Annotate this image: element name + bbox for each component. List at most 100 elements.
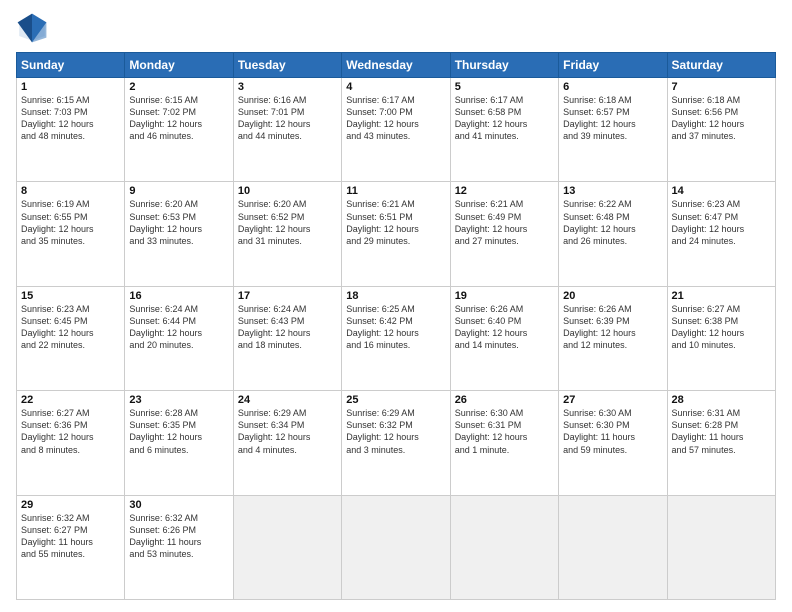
- cell-text: Sunrise: 6:26 AM Sunset: 6:40 PM Dayligh…: [455, 303, 554, 352]
- day-number: 12: [455, 185, 554, 197]
- calendar-cell: 15Sunrise: 6:23 AM Sunset: 6:45 PM Dayli…: [17, 286, 125, 390]
- cell-text: Sunrise: 6:30 AM Sunset: 6:30 PM Dayligh…: [563, 407, 662, 456]
- calendar-week-row: 22Sunrise: 6:27 AM Sunset: 6:36 PM Dayli…: [17, 391, 776, 495]
- calendar-cell: 2Sunrise: 6:15 AM Sunset: 7:02 PM Daylig…: [125, 78, 233, 182]
- day-number: 20: [563, 290, 662, 302]
- calendar-cell: 14Sunrise: 6:23 AM Sunset: 6:47 PM Dayli…: [667, 182, 775, 286]
- calendar-cell: 9Sunrise: 6:20 AM Sunset: 6:53 PM Daylig…: [125, 182, 233, 286]
- calendar-week-row: 15Sunrise: 6:23 AM Sunset: 6:45 PM Dayli…: [17, 286, 776, 390]
- day-number: 4: [346, 81, 445, 93]
- day-number: 13: [563, 185, 662, 197]
- logo-icon: [16, 12, 48, 44]
- calendar-cell: [450, 495, 558, 599]
- day-header-monday: Monday: [125, 53, 233, 78]
- day-number: 10: [238, 185, 337, 197]
- cell-text: Sunrise: 6:23 AM Sunset: 6:45 PM Dayligh…: [21, 303, 120, 352]
- day-number: 3: [238, 81, 337, 93]
- cell-text: Sunrise: 6:18 AM Sunset: 6:57 PM Dayligh…: [563, 94, 662, 143]
- page: SundayMondayTuesdayWednesdayThursdayFrid…: [0, 0, 792, 612]
- calendar-cell: 30Sunrise: 6:32 AM Sunset: 6:26 PM Dayli…: [125, 495, 233, 599]
- cell-text: Sunrise: 6:17 AM Sunset: 7:00 PM Dayligh…: [346, 94, 445, 143]
- calendar-cell: [233, 495, 341, 599]
- calendar-cell: 6Sunrise: 6:18 AM Sunset: 6:57 PM Daylig…: [559, 78, 667, 182]
- cell-text: Sunrise: 6:27 AM Sunset: 6:36 PM Dayligh…: [21, 407, 120, 456]
- calendar-cell: 22Sunrise: 6:27 AM Sunset: 6:36 PM Dayli…: [17, 391, 125, 495]
- calendar-cell: [342, 495, 450, 599]
- calendar-cell: 21Sunrise: 6:27 AM Sunset: 6:38 PM Dayli…: [667, 286, 775, 390]
- calendar-cell: 1Sunrise: 6:15 AM Sunset: 7:03 PM Daylig…: [17, 78, 125, 182]
- calendar-table: SundayMondayTuesdayWednesdayThursdayFrid…: [16, 52, 776, 600]
- calendar-week-row: 29Sunrise: 6:32 AM Sunset: 6:27 PM Dayli…: [17, 495, 776, 599]
- day-number: 14: [672, 185, 771, 197]
- calendar-cell: 18Sunrise: 6:25 AM Sunset: 6:42 PM Dayli…: [342, 286, 450, 390]
- cell-text: Sunrise: 6:23 AM Sunset: 6:47 PM Dayligh…: [672, 198, 771, 247]
- cell-text: Sunrise: 6:24 AM Sunset: 6:44 PM Dayligh…: [129, 303, 228, 352]
- calendar-cell: 25Sunrise: 6:29 AM Sunset: 6:32 PM Dayli…: [342, 391, 450, 495]
- cell-text: Sunrise: 6:27 AM Sunset: 6:38 PM Dayligh…: [672, 303, 771, 352]
- cell-text: Sunrise: 6:20 AM Sunset: 6:53 PM Dayligh…: [129, 198, 228, 247]
- day-number: 11: [346, 185, 445, 197]
- cell-text: Sunrise: 6:32 AM Sunset: 6:26 PM Dayligh…: [129, 512, 228, 561]
- cell-text: Sunrise: 6:17 AM Sunset: 6:58 PM Dayligh…: [455, 94, 554, 143]
- calendar-cell: 11Sunrise: 6:21 AM Sunset: 6:51 PM Dayli…: [342, 182, 450, 286]
- cell-text: Sunrise: 6:15 AM Sunset: 7:03 PM Dayligh…: [21, 94, 120, 143]
- day-number: 26: [455, 394, 554, 406]
- day-number: 24: [238, 394, 337, 406]
- day-number: 27: [563, 394, 662, 406]
- calendar-week-row: 8Sunrise: 6:19 AM Sunset: 6:55 PM Daylig…: [17, 182, 776, 286]
- cell-text: Sunrise: 6:25 AM Sunset: 6:42 PM Dayligh…: [346, 303, 445, 352]
- day-number: 1: [21, 81, 120, 93]
- cell-text: Sunrise: 6:15 AM Sunset: 7:02 PM Dayligh…: [129, 94, 228, 143]
- day-number: 30: [129, 499, 228, 511]
- cell-text: Sunrise: 6:29 AM Sunset: 6:34 PM Dayligh…: [238, 407, 337, 456]
- calendar-cell: 12Sunrise: 6:21 AM Sunset: 6:49 PM Dayli…: [450, 182, 558, 286]
- day-number: 25: [346, 394, 445, 406]
- calendar-cell: 8Sunrise: 6:19 AM Sunset: 6:55 PM Daylig…: [17, 182, 125, 286]
- day-header-tuesday: Tuesday: [233, 53, 341, 78]
- header: [16, 12, 776, 44]
- calendar-header-row: SundayMondayTuesdayWednesdayThursdayFrid…: [17, 53, 776, 78]
- day-number: 19: [455, 290, 554, 302]
- cell-text: Sunrise: 6:29 AM Sunset: 6:32 PM Dayligh…: [346, 407, 445, 456]
- calendar-cell: 7Sunrise: 6:18 AM Sunset: 6:56 PM Daylig…: [667, 78, 775, 182]
- day-header-friday: Friday: [559, 53, 667, 78]
- cell-text: Sunrise: 6:32 AM Sunset: 6:27 PM Dayligh…: [21, 512, 120, 561]
- day-header-wednesday: Wednesday: [342, 53, 450, 78]
- day-header-sunday: Sunday: [17, 53, 125, 78]
- calendar-cell: 24Sunrise: 6:29 AM Sunset: 6:34 PM Dayli…: [233, 391, 341, 495]
- calendar-cell: 5Sunrise: 6:17 AM Sunset: 6:58 PM Daylig…: [450, 78, 558, 182]
- day-number: 5: [455, 81, 554, 93]
- cell-text: Sunrise: 6:22 AM Sunset: 6:48 PM Dayligh…: [563, 198, 662, 247]
- day-number: 18: [346, 290, 445, 302]
- cell-text: Sunrise: 6:31 AM Sunset: 6:28 PM Dayligh…: [672, 407, 771, 456]
- day-number: 7: [672, 81, 771, 93]
- cell-text: Sunrise: 6:18 AM Sunset: 6:56 PM Dayligh…: [672, 94, 771, 143]
- calendar-cell: 17Sunrise: 6:24 AM Sunset: 6:43 PM Dayli…: [233, 286, 341, 390]
- cell-text: Sunrise: 6:26 AM Sunset: 6:39 PM Dayligh…: [563, 303, 662, 352]
- calendar-week-row: 1Sunrise: 6:15 AM Sunset: 7:03 PM Daylig…: [17, 78, 776, 182]
- cell-text: Sunrise: 6:20 AM Sunset: 6:52 PM Dayligh…: [238, 198, 337, 247]
- calendar-cell: [559, 495, 667, 599]
- calendar-cell: 29Sunrise: 6:32 AM Sunset: 6:27 PM Dayli…: [17, 495, 125, 599]
- day-number: 9: [129, 185, 228, 197]
- calendar-cell: 26Sunrise: 6:30 AM Sunset: 6:31 PM Dayli…: [450, 391, 558, 495]
- day-number: 6: [563, 81, 662, 93]
- cell-text: Sunrise: 6:21 AM Sunset: 6:51 PM Dayligh…: [346, 198, 445, 247]
- day-number: 16: [129, 290, 228, 302]
- calendar-cell: 3Sunrise: 6:16 AM Sunset: 7:01 PM Daylig…: [233, 78, 341, 182]
- cell-text: Sunrise: 6:21 AM Sunset: 6:49 PM Dayligh…: [455, 198, 554, 247]
- day-header-saturday: Saturday: [667, 53, 775, 78]
- cell-text: Sunrise: 6:16 AM Sunset: 7:01 PM Dayligh…: [238, 94, 337, 143]
- cell-text: Sunrise: 6:19 AM Sunset: 6:55 PM Dayligh…: [21, 198, 120, 247]
- day-number: 17: [238, 290, 337, 302]
- cell-text: Sunrise: 6:28 AM Sunset: 6:35 PM Dayligh…: [129, 407, 228, 456]
- calendar-cell: 27Sunrise: 6:30 AM Sunset: 6:30 PM Dayli…: [559, 391, 667, 495]
- calendar-cell: 20Sunrise: 6:26 AM Sunset: 6:39 PM Dayli…: [559, 286, 667, 390]
- day-number: 2: [129, 81, 228, 93]
- day-header-thursday: Thursday: [450, 53, 558, 78]
- cell-text: Sunrise: 6:24 AM Sunset: 6:43 PM Dayligh…: [238, 303, 337, 352]
- day-number: 15: [21, 290, 120, 302]
- cell-text: Sunrise: 6:30 AM Sunset: 6:31 PM Dayligh…: [455, 407, 554, 456]
- day-number: 28: [672, 394, 771, 406]
- calendar-cell: 23Sunrise: 6:28 AM Sunset: 6:35 PM Dayli…: [125, 391, 233, 495]
